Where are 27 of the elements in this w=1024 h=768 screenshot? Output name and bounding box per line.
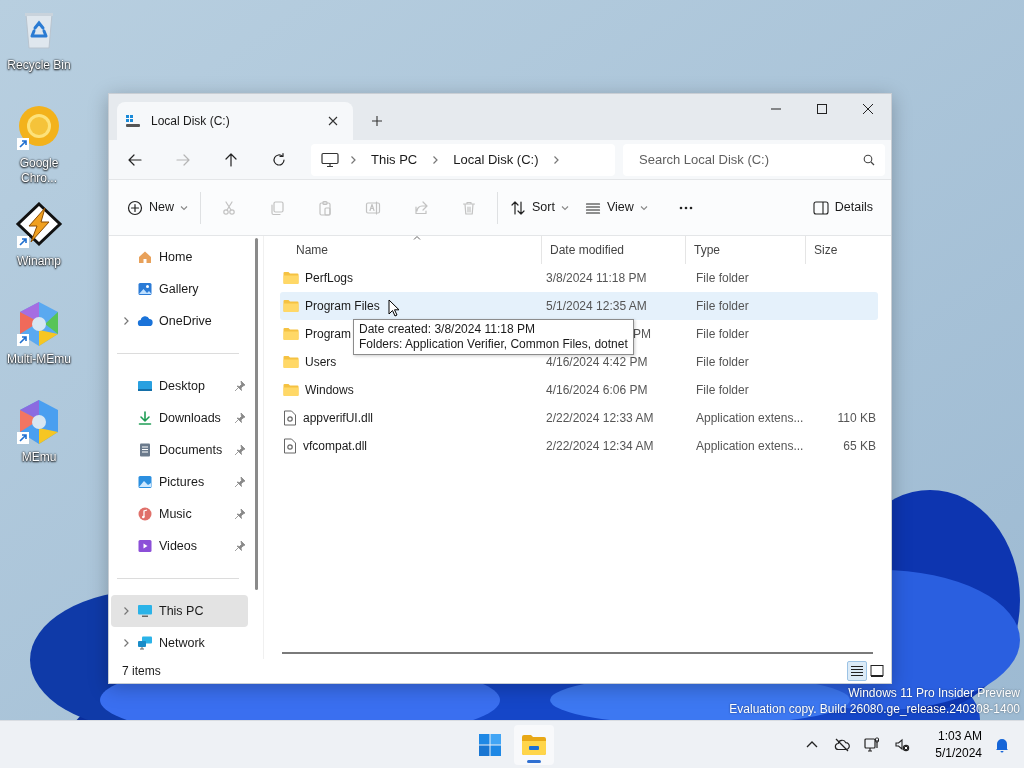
watermark-text: Windows 11 Pro Insider Preview xyxy=(847,685,1020,701)
item-count: 7 items xyxy=(122,663,161,680)
file-name: Program Files xyxy=(305,298,380,315)
tab-title: Local Disk (C:) xyxy=(151,113,231,130)
file-type: Application extens... xyxy=(696,439,804,453)
file-size: 110 KB xyxy=(837,411,876,425)
file-type: File folder xyxy=(696,355,749,369)
file-type: File folder xyxy=(696,271,749,285)
date-modified: 5/1/2024 12:35 AM xyxy=(546,299,647,313)
file-name: Users xyxy=(305,354,337,371)
file-type: File folder xyxy=(696,299,749,313)
file-name: PerfLogs xyxy=(305,270,354,287)
file-type: File folder xyxy=(696,327,749,341)
date-modified: 4/16/2024 6:06 PM xyxy=(546,383,648,397)
date-modified: 2/22/2024 12:34 AM xyxy=(546,439,654,453)
date-modified: 3/8/2024 11:18 PM xyxy=(546,271,647,285)
file-name: Windows xyxy=(305,382,354,399)
file-name: vfcompat.dll xyxy=(303,438,368,455)
file-size: 65 KB xyxy=(843,439,876,453)
date-modified: 4/16/2024 4:42 PM xyxy=(546,355,648,369)
date-modified: PM xyxy=(633,327,651,341)
file-type: File folder xyxy=(696,383,749,397)
date-modified: 2/22/2024 12:33 AM xyxy=(546,411,654,425)
file-name: appverifUI.dll xyxy=(303,410,374,427)
file-name: Program xyxy=(305,326,351,343)
tooltip: Date created: 3/8/2024 11:18 PM Folders: Application Verifier, Common Files, dotnet xyxy=(353,319,634,355)
file-type: Application extens... xyxy=(696,411,804,425)
